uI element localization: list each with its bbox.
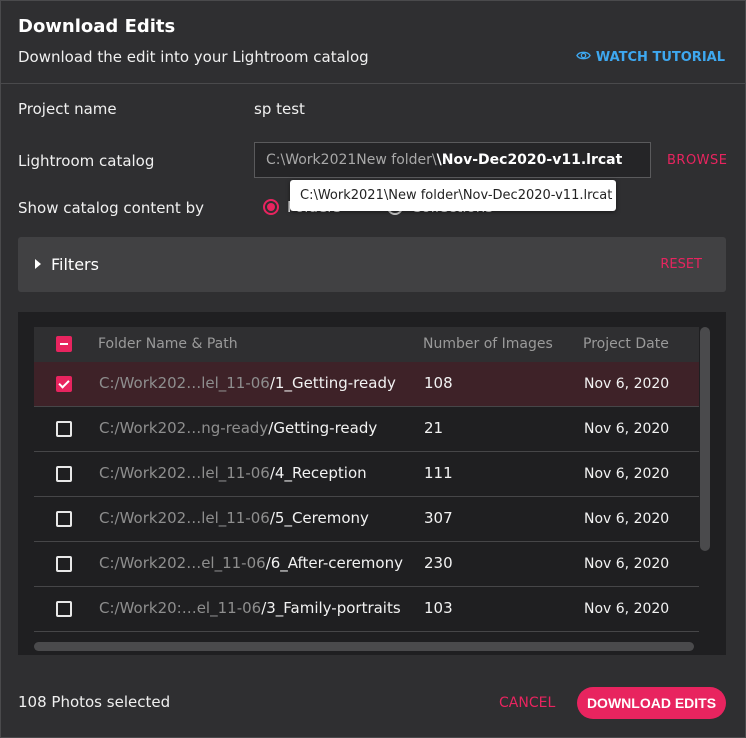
row-path-prefix: C:/Work20:…el_11-06: [99, 599, 262, 617]
row-path-prefix: C:/Work202…lel_11-06: [99, 509, 270, 527]
reset-button[interactable]: RESET: [660, 257, 702, 272]
table-row[interactable]: C:/Work202…lel_11-06/5_Ceremony 307 Nov …: [34, 497, 699, 542]
row-date: Nov 6, 2020: [584, 601, 670, 617]
show-catalog-by-label: Show catalog content by: [18, 199, 204, 217]
browse-button[interactable]: BROWSE: [667, 153, 728, 168]
download-edits-dialog: Download Edits Download the edit into yo…: [0, 0, 746, 738]
watch-tutorial-link[interactable]: WATCH TUTORIAL: [576, 48, 725, 67]
folders-table: Folder Name & Path Number of Images Proj…: [18, 312, 726, 655]
eye-icon: [576, 48, 591, 67]
row-path-prefix: C:/Work202…ng-ready: [99, 419, 269, 437]
row-date: Nov 6, 2020: [584, 511, 670, 527]
filters-panel[interactable]: Filters RESET: [18, 237, 726, 292]
row-checkbox[interactable]: [56, 601, 72, 617]
watch-tutorial-label: WATCH TUTORIAL: [595, 50, 725, 65]
row-path-prefix: C:/Work202…lel_11-06: [99, 464, 270, 482]
catalog-path-prefix: C:\Work2021New folder\: [266, 152, 437, 168]
row-folder-name: /Getting-ready: [268, 419, 378, 437]
table-row[interactable]: C:/Work202…lel_11-06/1_Getting-ready 108…: [34, 362, 699, 407]
table-header: Folder Name & Path Number of Images Proj…: [34, 327, 699, 362]
header-divider: [1, 83, 745, 84]
row-image-count: 111: [424, 464, 453, 482]
row-image-count: 230: [424, 554, 453, 572]
row-folder-name: /6_After-ceremony: [265, 554, 403, 572]
row-checkbox[interactable]: [56, 421, 72, 437]
row-checkbox[interactable]: [56, 511, 72, 527]
catalog-path-file: \Nov-Dec2020-v11.lrcat: [436, 152, 623, 168]
row-checkbox[interactable]: [56, 466, 72, 482]
row-checkbox[interactable]: [56, 376, 72, 392]
row-date: Nov 6, 2020: [584, 421, 670, 437]
expand-triangle-icon: [35, 259, 41, 269]
horizontal-scrollbar[interactable]: [34, 642, 694, 651]
row-folder-name: /4_Reception: [269, 464, 367, 482]
filters-label: Filters: [51, 255, 99, 274]
row-checkbox[interactable]: [56, 556, 72, 572]
cancel-button[interactable]: CANCEL: [499, 695, 555, 711]
table-row[interactable]: C:/Work20:…el_11-06/3_Family-portraits 1…: [34, 587, 699, 632]
column-folder-path[interactable]: Folder Name & Path: [98, 336, 238, 352]
project-name-value: sp test: [254, 100, 305, 118]
photos-selected-count: 108 Photos selected: [18, 693, 171, 711]
download-edits-button[interactable]: DOWNLOAD EDITS: [577, 687, 726, 719]
row-date: Nov 6, 2020: [584, 376, 670, 392]
row-image-count: 307: [424, 509, 453, 527]
row-image-count: 108: [424, 374, 453, 392]
row-path-prefix: C:/Work202…lel_11-06: [99, 374, 270, 392]
row-folder-name: /5_Ceremony: [269, 509, 369, 527]
dialog-subtitle: Download the edit into your Lightroom ca…: [18, 48, 369, 66]
row-date: Nov 6, 2020: [584, 556, 670, 572]
row-date: Nov 6, 2020: [584, 466, 670, 482]
catalog-path-field[interactable]: C:\Work2021New folder\ \Nov-Dec2020-v11.l…: [254, 142, 651, 178]
row-path-prefix: C:/Work202…el_11-06: [99, 554, 266, 572]
radio-selected-icon: [263, 199, 279, 215]
dialog-title: Download Edits: [18, 16, 176, 37]
select-all-checkbox[interactable]: [56, 336, 72, 352]
table-row[interactable]: C:/Work202…ng-ready/Getting-ready 21 Nov…: [34, 407, 699, 452]
row-image-count: 21: [424, 419, 444, 437]
vertical-scrollbar[interactable]: [700, 327, 710, 551]
row-folder-name: /1_Getting-ready: [269, 374, 396, 392]
lightroom-catalog-label: Lightroom catalog: [18, 152, 155, 170]
table-row[interactable]: C:/Work202…lel_11-06/4_Reception 111 Nov…: [34, 452, 699, 497]
catalog-path-tooltip: C:\Work2021\New folder\Nov-Dec2020-v11.l…: [290, 180, 616, 211]
project-name-label: Project name: [18, 100, 117, 118]
table-row[interactable]: C:/Work202…el_11-06/6_After-ceremony 230…: [34, 542, 699, 587]
column-number-of-images[interactable]: Number of Images: [423, 336, 553, 352]
row-folder-name: /3_Family-portraits: [261, 599, 401, 617]
row-image-count: 103: [424, 599, 453, 617]
column-project-date[interactable]: Project Date: [583, 336, 669, 352]
